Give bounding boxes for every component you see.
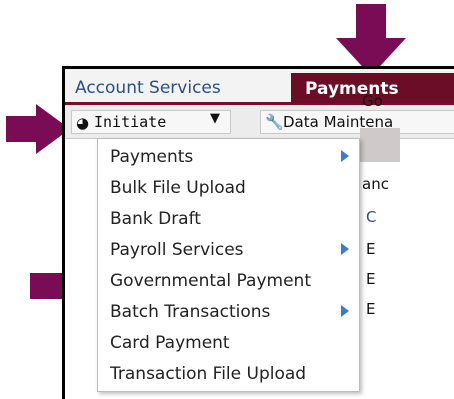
caret-down-icon: ▼	[210, 111, 220, 126]
signal-icon: ◕	[76, 114, 90, 132]
menu-item-governmental-payment[interactable]: Governmental Payment	[98, 267, 359, 297]
table-cell: E	[366, 240, 376, 258]
initiate-dropdown-menu: Payments Bulk File Upload Bank Draft Pay…	[97, 138, 360, 392]
go-button[interactable]: Go	[362, 92, 383, 110]
submenu-arrow-icon	[341, 243, 349, 255]
data-maintenance-button[interactable]: 🔧 Data Maintena	[260, 110, 454, 134]
menu-item-transaction-file-upload[interactable]: Transaction File Upload	[98, 360, 359, 390]
table-link[interactable]: C	[366, 208, 376, 226]
menu-item-bulk-file-upload[interactable]: Bulk File Upload	[98, 174, 359, 204]
table-cell: E	[366, 300, 376, 318]
menu-item-payments[interactable]: Payments	[98, 143, 359, 173]
initiate-label: Initiate	[94, 113, 167, 131]
menu-item-label: Payroll Services	[110, 240, 244, 260]
annotation-arrow-initiate	[6, 104, 70, 154]
menu-item-label: Bank Draft	[110, 209, 201, 229]
menu-item-label: Batch Transactions	[110, 302, 271, 322]
menu-item-label: Card Payment	[110, 333, 230, 353]
initiate-button[interactable]: ◕ Initiate ▼	[71, 110, 231, 134]
wrench-icon: 🔧	[265, 113, 284, 131]
menu-item-payroll-services[interactable]: Payroll Services	[98, 236, 359, 266]
menu-item-bank-draft[interactable]: Bank Draft	[98, 205, 359, 235]
table-cell: E	[366, 270, 376, 288]
menu-item-batch-transactions[interactable]: Batch Transactions	[98, 298, 359, 328]
table-column-text: anc	[362, 175, 389, 193]
menu-item-card-payment[interactable]: Card Payment	[98, 329, 359, 359]
menu-item-label: Bulk File Upload	[110, 178, 246, 198]
menu-item-label: Governmental Payment	[110, 271, 311, 291]
submenu-arrow-icon	[341, 305, 349, 317]
table-header-shade	[360, 128, 400, 162]
submenu-arrow-icon	[341, 150, 349, 162]
tab-account-services[interactable]: Account Services	[75, 78, 221, 98]
menu-item-label: Transaction File Upload	[110, 364, 307, 384]
menu-item-label: Payments	[110, 147, 194, 167]
background-content: Go anc C E E E	[360, 70, 400, 340]
